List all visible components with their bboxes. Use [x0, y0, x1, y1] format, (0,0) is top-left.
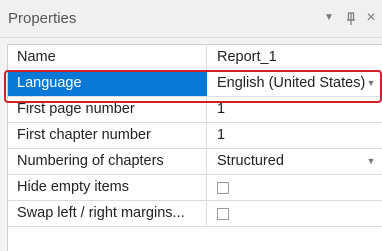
- dropdown-arrow-icon[interactable]: ▼: [320, 8, 338, 28]
- property-name: Numbering of chapters: [8, 149, 207, 174]
- swap-margins-checkbox[interactable]: [217, 208, 229, 220]
- hide-empty-items-cell: [207, 175, 382, 200]
- properties-panel: Properties ▼ × Name Report_1 Language En…: [0, 0, 382, 251]
- first-chapter-number-input[interactable]: 1: [207, 123, 382, 148]
- property-row-name[interactable]: Name Report_1: [8, 45, 382, 71]
- property-name: Hide empty items: [8, 175, 207, 200]
- hide-empty-items-checkbox[interactable]: [217, 182, 229, 194]
- property-grid: Name Report_1 Language English (United S…: [7, 44, 382, 251]
- swap-margins-cell: [207, 201, 382, 226]
- property-row-language[interactable]: Language English (United States) ▼: [8, 71, 382, 97]
- property-name: First chapter number: [8, 123, 207, 148]
- panel-titlebar: Properties ▼ ×: [0, 0, 382, 38]
- property-row-numbering-of-chapters[interactable]: Numbering of chapters Structured ▼: [8, 149, 382, 175]
- panel-title: Properties: [8, 10, 77, 27]
- language-dropdown[interactable]: English (United States) ▼: [207, 71, 382, 96]
- name-value-input[interactable]: Report_1: [207, 45, 382, 70]
- property-row-first-chapter-number[interactable]: First chapter number 1: [8, 123, 382, 149]
- chevron-down-icon[interactable]: ▼: [365, 149, 377, 174]
- close-icon[interactable]: ×: [362, 8, 380, 28]
- first-page-number-input[interactable]: 1: [207, 97, 382, 122]
- property-name: Swap left / right margins...: [8, 201, 207, 226]
- property-row-swap-margins[interactable]: Swap left / right margins...: [8, 201, 382, 227]
- chevron-down-icon[interactable]: ▼: [365, 71, 377, 96]
- property-name: Name: [8, 45, 207, 70]
- property-name: Language: [8, 71, 207, 96]
- property-name: First page number: [8, 97, 207, 122]
- numbering-of-chapters-dropdown[interactable]: Structured ▼: [207, 149, 382, 174]
- numbering-value: Structured: [217, 153, 284, 169]
- pin-icon[interactable]: [342, 8, 360, 28]
- property-row-first-page-number[interactable]: First page number 1: [8, 97, 382, 123]
- property-row-hide-empty-items[interactable]: Hide empty items: [8, 175, 382, 201]
- language-value: English (United States): [217, 75, 366, 91]
